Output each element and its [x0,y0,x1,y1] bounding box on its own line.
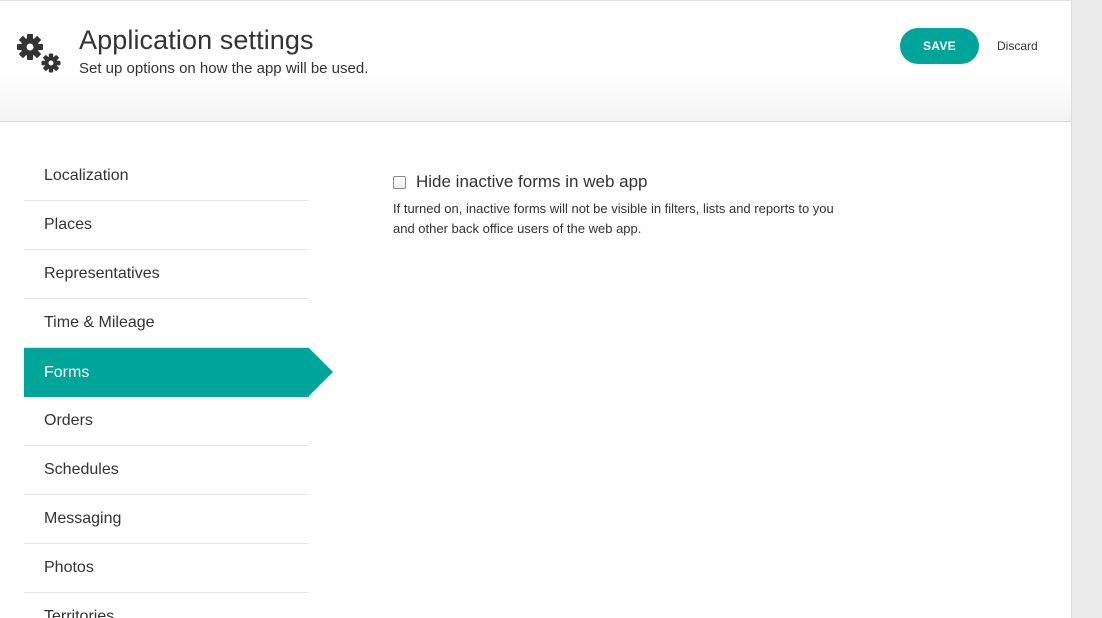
sidebar-item-label: Localization [44,167,129,184]
hide-inactive-forms-option: Hide inactive forms in web app [393,172,863,192]
sidebar-item-label: Orders [44,412,93,429]
sidebar-item-representatives[interactable]: Representatives [24,250,309,299]
hide-inactive-forms-label[interactable]: Hide inactive forms in web app [416,172,648,192]
sidebar-item-label: Territories [44,608,115,618]
settings-page: Application settings Set up options on h… [0,0,1072,618]
hide-inactive-forms-help: If turned on, inactive forms will not be… [393,201,834,236]
page-header: Application settings Set up options on h… [0,0,1071,122]
gears-icon [14,33,64,75]
sidebar-item-photos[interactable]: Photos [24,544,309,593]
sidebar-item-label: Photos [44,559,94,576]
sidebar-item-orders[interactable]: Orders [24,397,309,446]
forms-settings-panel: Hide inactive forms in web app If turned… [393,172,863,239]
sidebar-item-messaging[interactable]: Messaging [24,495,309,544]
page-title: Application settings [79,25,314,55]
sidebar-item-time-mileage[interactable]: Time & Mileage [24,299,309,348]
hide-inactive-forms-checkbox[interactable] [393,175,406,189]
sidebar-item-territories[interactable]: Territories [24,593,309,618]
settings-sidebar: Localization Places Representatives Time… [24,152,334,618]
sidebar-item-schedules[interactable]: Schedules [24,446,309,495]
sidebar-item-label: Forms [44,363,90,381]
sidebar-item-label: Time & Mileage [44,314,155,331]
discard-link[interactable]: Discard [997,39,1038,53]
sidebar-item-localization[interactable]: Localization [24,152,309,201]
save-button[interactable]: SAVE [900,28,979,64]
sidebar-item-places[interactable]: Places [24,201,309,250]
sidebar-item-label: Places [44,216,93,233]
sidebar-item-label: Schedules [44,461,119,478]
sidebar-item-label: Representatives [44,265,160,282]
page-subtitle: Set up options on how the app will be us… [79,60,369,77]
sidebar-item-label: Messaging [44,510,122,527]
sidebar-item-forms[interactable]: Forms [24,348,333,397]
